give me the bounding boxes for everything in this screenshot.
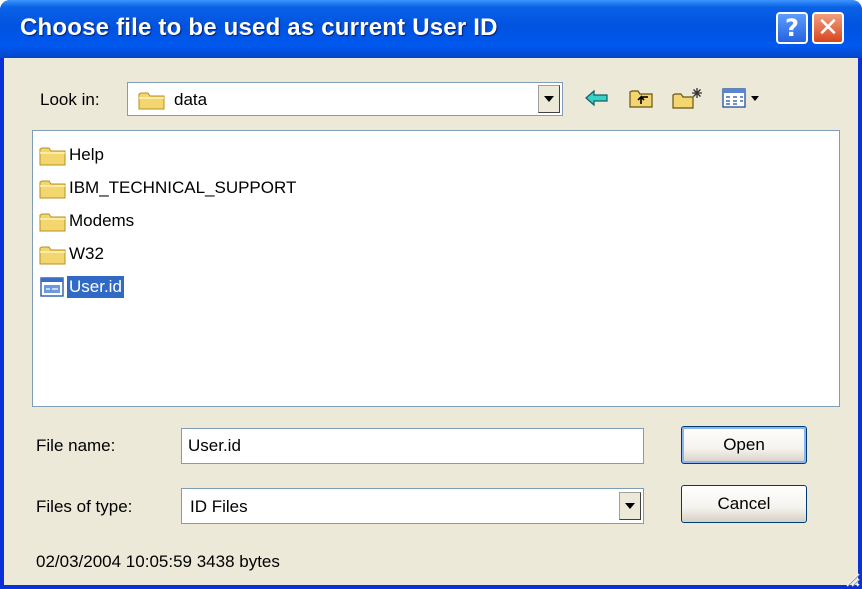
- file-type-label: Files of type:: [36, 497, 133, 516]
- list-item-label: Modems: [69, 211, 135, 230]
- help-button[interactable]: ?: [776, 12, 808, 44]
- folder-icon: [138, 90, 166, 115]
- resize-grip-icon[interactable]: [844, 571, 860, 587]
- list-item-user-id[interactable]: User.id: [39, 273, 124, 301]
- chevron-down-icon: [544, 96, 554, 102]
- list-item-label: User.id: [67, 276, 124, 298]
- back-arrow-icon: [585, 89, 608, 107]
- cancel-button[interactable]: Cancel: [681, 485, 807, 523]
- folder-icon: [39, 144, 67, 166]
- list-item-ibm-technical-support[interactable]: IBM_TECHNICAL_SUPPORT: [39, 174, 298, 202]
- file-name-label: File name:: [36, 436, 116, 455]
- create-new-folder-icon: [672, 88, 702, 109]
- up-one-level-button[interactable]: [626, 84, 656, 112]
- file-type-dropdown-arrow[interactable]: [619, 492, 641, 520]
- status-text: 02/03/2004 10:05:59 3438 bytes: [36, 552, 280, 571]
- back-button[interactable]: [582, 84, 612, 112]
- title-bar[interactable]: Choose file to be used as current User I…: [0, 0, 862, 58]
- look-in-dropdown[interactable]: data: [127, 82, 563, 116]
- close-button[interactable]: ✕: [812, 12, 844, 44]
- look-in-label: Look in:: [40, 90, 100, 109]
- list-item-modems[interactable]: Modems: [39, 207, 136, 235]
- file-type-value: ID Files: [190, 497, 248, 516]
- look-in-dropdown-arrow[interactable]: [538, 85, 560, 113]
- up-one-level-icon: [629, 90, 653, 108]
- id-file-icon: [39, 276, 67, 298]
- view-menu-icon: [722, 88, 759, 108]
- file-type-select[interactable]: ID Files: [181, 488, 644, 524]
- list-item-w32[interactable]: W32: [39, 240, 106, 268]
- close-icon: ✕: [817, 13, 839, 43]
- file-name-input[interactable]: [188, 434, 628, 458]
- file-list[interactable]: Help IBM_TECHNICAL_SUPPORT Modems W32 Us…: [32, 130, 840, 407]
- list-item-help[interactable]: Help: [39, 141, 106, 169]
- list-item-label: IBM_TECHNICAL_SUPPORT: [69, 178, 297, 197]
- window-title: Choose file to be used as current User I…: [20, 14, 498, 41]
- folder-icon: [39, 243, 67, 265]
- folder-icon: [39, 210, 67, 232]
- view-menu-button[interactable]: [720, 84, 766, 112]
- look-in-value: data: [174, 90, 208, 109]
- open-button[interactable]: Open: [681, 426, 807, 464]
- file-name-field[interactable]: [181, 428, 644, 464]
- list-item-label: Help: [69, 145, 104, 164]
- folder-icon: [39, 177, 67, 199]
- chevron-down-icon: [625, 503, 635, 509]
- create-new-folder-button[interactable]: [670, 84, 706, 112]
- list-item-label: W32: [69, 244, 104, 263]
- help-icon: ?: [785, 14, 799, 42]
